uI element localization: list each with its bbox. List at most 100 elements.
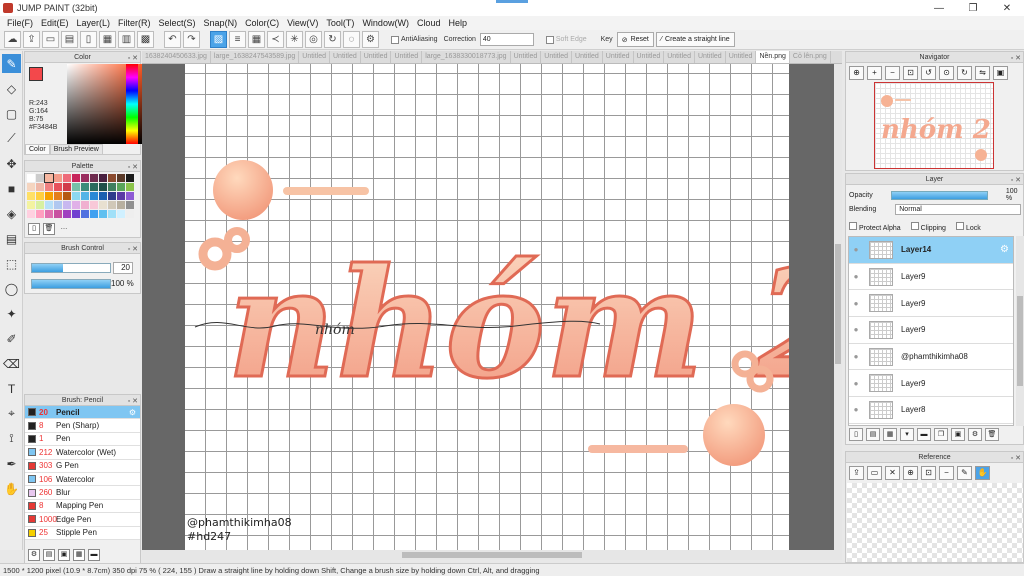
gradient-tool-icon[interactable]: ▤ (2, 229, 21, 248)
layer-row[interactable]: ● Layer9 (849, 370, 1013, 398)
brush-item[interactable]: 20 Pencil ⚙ (25, 406, 140, 420)
new-halftone-layer-icon[interactable]: ▦ (883, 428, 897, 441)
add-swatch-icon[interactable]: ▯ (28, 223, 40, 235)
palette-swatch[interactable] (36, 192, 44, 200)
menu-select[interactable]: Select(S) (155, 18, 200, 28)
delete-swatch-icon[interactable]: 🗑 (43, 223, 55, 235)
brush-size-value[interactable]: 20 (113, 262, 133, 274)
ref-zoom-fit-icon[interactable]: ⊕ (903, 466, 918, 480)
palette-swatch[interactable] (54, 183, 62, 191)
panel-buttons[interactable]: ▫ ✕ (1011, 175, 1021, 186)
menu-cloud[interactable]: Cloud (413, 18, 445, 28)
file-tab[interactable]: Untitled (664, 51, 695, 63)
lock-view-icon[interactable]: ▣ (993, 66, 1008, 80)
menu-layer[interactable]: Layer(L) (73, 18, 115, 28)
delete-layer-icon[interactable]: 🗑 (985, 428, 999, 441)
select-eraser-tool-icon[interactable]: ⌫ (2, 354, 21, 373)
file-tab[interactable]: large_1638330018773.jpg (422, 51, 511, 63)
palette-swatch[interactable] (126, 183, 134, 191)
file-tab[interactable]: Untitled (391, 51, 423, 63)
palette-swatch[interactable] (81, 201, 89, 209)
palette-swatch[interactable] (27, 201, 35, 209)
palette-swatch[interactable] (117, 201, 125, 209)
file-tab[interactable]: Untitled (726, 51, 757, 63)
palette-swatch[interactable] (54, 201, 62, 209)
palette-swatch[interactable] (45, 192, 53, 200)
visibility-icon[interactable]: ● (849, 352, 863, 361)
ref-zoom-reset-icon[interactable]: ⊡ (921, 466, 936, 480)
panel-buttons[interactable]: ▫ ✕ (1011, 453, 1021, 464)
palette-swatch[interactable] (108, 210, 116, 218)
snap-cross-icon[interactable]: ▦ (248, 31, 265, 48)
layer-settings-icon[interactable]: ⚙ (968, 428, 982, 441)
rotate-left-icon[interactable]: ↺ (921, 66, 936, 80)
palette-swatch[interactable] (36, 210, 44, 218)
brush-item[interactable]: 8 Mapping Pen (25, 499, 140, 514)
palette-swatch[interactable] (117, 174, 125, 182)
palette-swatch[interactable] (126, 210, 134, 218)
palette-swatch[interactable] (108, 192, 116, 200)
close-button[interactable]: ✕ (990, 0, 1024, 16)
visibility-icon[interactable]: ● (849, 405, 863, 414)
snap-curve-icon[interactable]: ↻ (324, 31, 341, 48)
open-folder-icon[interactable]: ▭ (867, 466, 882, 480)
redo-icon[interactable]: ↷ (183, 31, 200, 48)
palette-swatch[interactable] (99, 174, 107, 182)
file-tab[interactable]: Untitled (695, 51, 726, 63)
layer-row[interactable]: ● Layer9 (849, 317, 1013, 344)
panel-buttons[interactable]: ▫ ✕ (128, 53, 138, 64)
layer-row[interactable]: ● Layer8 (849, 397, 1013, 424)
layer-row[interactable]: ● Layer9 (849, 264, 1013, 291)
create-straight-line-button[interactable]: ⁄ Create a straight line (655, 32, 735, 47)
file-tab[interactable]: 1638240450633.jpg (142, 51, 211, 63)
menu-snap[interactable]: Snap(N) (200, 18, 242, 28)
brush-item[interactable]: 303 G Pen (25, 459, 140, 473)
brush-size-slider[interactable] (31, 263, 111, 273)
palette-swatch[interactable] (81, 192, 89, 200)
file-tab[interactable]: Untitled (634, 51, 665, 63)
panel-buttons[interactable]: ▫ ✕ (128, 162, 138, 173)
tab-brush-preview[interactable]: Brush Preview (49, 144, 103, 155)
brush-item[interactable]: 106 Watercolor (25, 472, 140, 487)
palette-swatch[interactable] (126, 174, 134, 182)
brush-item[interactable]: 212 Watercolor (Wet) (25, 446, 140, 460)
palette-swatch[interactable] (44, 173, 54, 183)
canvas-vertical-scrollbar[interactable] (834, 64, 842, 550)
drawing-canvas[interactable]: nhóm 2 nhóm @phamthikimha08 #hd247 (185, 64, 834, 550)
layout-icon[interactable]: ▩ (137, 31, 154, 48)
comment-icon[interactable]: ▤ (61, 31, 78, 48)
upload-icon[interactable]: ⇪ (849, 466, 864, 480)
brush-settings-icon[interactable]: ⚙ (28, 549, 40, 561)
layer-opacity-slider[interactable] (890, 190, 988, 200)
antialiasing-checkbox[interactable] (391, 35, 399, 44)
new-special-layer-icon[interactable]: ▾ (900, 428, 914, 441)
palette-swatch[interactable] (126, 201, 134, 209)
hue-slider[interactable] (126, 64, 138, 144)
magic-wand-tool-icon[interactable]: ✦ (2, 304, 21, 323)
palette-swatch[interactable] (90, 174, 98, 182)
palette-swatch[interactable] (63, 183, 71, 191)
correction-input[interactable]: 40 (479, 33, 534, 46)
lock-toggle[interactable]: Lock (955, 222, 981, 232)
merge-layer-icon[interactable]: ▣ (951, 428, 965, 441)
fill-rect-tool-icon[interactable]: ■ (2, 179, 21, 198)
palette-swatch[interactable] (45, 183, 53, 191)
visibility-icon[interactable]: ● (849, 325, 863, 334)
blending-select[interactable]: Normal (895, 204, 1022, 215)
palette-swatch[interactable] (54, 210, 62, 218)
tab-color[interactable]: Color (25, 144, 50, 155)
menu-window[interactable]: Window(W) (358, 18, 413, 28)
brush-import-icon[interactable]: ▦ (73, 549, 85, 561)
palette-swatch[interactable] (90, 183, 98, 191)
panel-buttons[interactable]: ▫ ✕ (128, 396, 138, 407)
layer-scrollbar[interactable] (1016, 236, 1024, 426)
file-tab[interactable]: Cỏ lên.png (790, 51, 831, 63)
palette-swatch[interactable] (72, 183, 80, 191)
palette-swatch[interactable] (36, 201, 44, 209)
palette-swatch[interactable] (99, 201, 107, 209)
snap-circle-icon[interactable]: ◎ (305, 31, 322, 48)
save-icon[interactable]: ▦ (99, 31, 116, 48)
file-tab[interactable]: large_1638247543589.jpg (211, 51, 300, 63)
reset-button[interactable]: ⊘ Reset (616, 32, 654, 47)
palette-swatch[interactable] (117, 210, 125, 218)
